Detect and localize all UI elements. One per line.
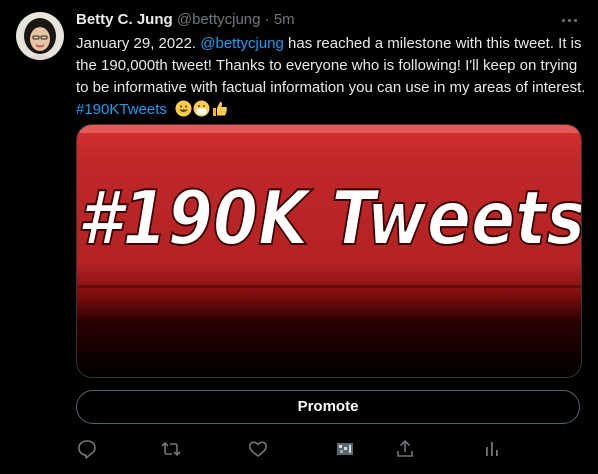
tweet-text: January 29, 2022. @bettycjung has reache… [76,33,586,121]
hashtag-link[interactable]: #190KTweets [76,101,167,118]
avatar[interactable] [16,12,64,60]
author-name[interactable]: Betty C. Jung [76,11,173,28]
promote-button[interactable]: Promote [76,390,580,424]
tweet-text-part1: January 29, 2022. [76,35,201,52]
like-icon[interactable] [247,438,269,460]
share-icon[interactable] [394,438,416,460]
thumbs-up-emoji-icon [211,100,228,117]
timestamp[interactable]: 5m [274,11,295,28]
milestone-banner-image: #190K Tweets [77,125,581,377]
reply-icon[interactable] [76,438,98,460]
analytics-icon[interactable] [334,438,356,460]
retweet-icon[interactable] [160,438,182,460]
avatar-image [16,12,64,60]
banner-text: #190K Tweets [77,174,581,262]
tweet[interactable]: Betty C. Jung @bettycjung · 5m January 2… [0,0,598,474]
mention-link[interactable]: @bettycjung [200,35,284,52]
tweet-media-image[interactable]: #190K Tweets [76,124,582,378]
separator-dot: · [264,11,270,28]
grinning-face-emoji-icon [175,100,192,117]
activity-icon[interactable] [481,438,503,460]
more-options-icon[interactable] [562,12,580,28]
face-with-medical-mask-emoji-icon [193,100,210,117]
tweet-header: Betty C. Jung @bettycjung · 5m [76,10,582,30]
author-handle[interactable]: @bettycjung [177,11,261,28]
